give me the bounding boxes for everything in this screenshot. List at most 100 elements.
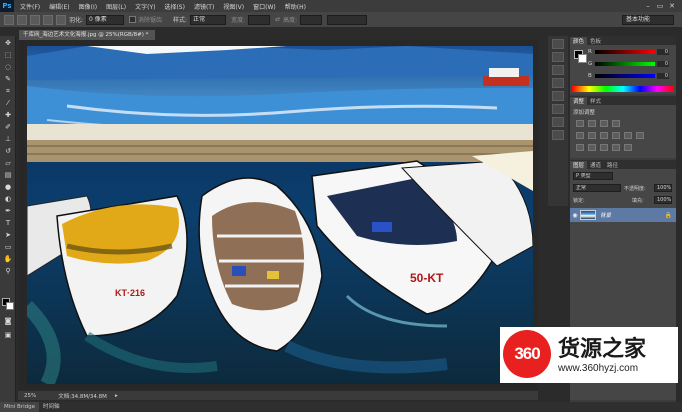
- height-input[interactable]: [300, 14, 323, 25]
- healing-brush-icon[interactable]: ✚: [2, 110, 14, 120]
- layer-kind-filter[interactable]: P 类型: [573, 172, 613, 180]
- tab-mini-bridge[interactable]: Mini Bridge: [0, 402, 39, 412]
- quick-select-icon[interactable]: ✎: [2, 74, 14, 84]
- brightness-icon[interactable]: [576, 120, 584, 127]
- brush-icon[interactable]: ✐: [2, 122, 14, 132]
- layer-row-background[interactable]: ◉ 背景 🔒: [570, 208, 676, 222]
- dodge-icon[interactable]: ◐: [2, 194, 14, 204]
- background-color-swatch[interactable]: [6, 302, 14, 310]
- marquee-icon[interactable]: ⬚: [2, 50, 14, 60]
- tab-channels[interactable]: 通道: [587, 161, 604, 169]
- add-selection-icon[interactable]: [30, 14, 40, 25]
- menu-image[interactable]: 图像(I): [79, 2, 97, 11]
- type-tool-icon[interactable]: T: [2, 218, 14, 228]
- curves-icon[interactable]: [600, 120, 608, 127]
- feather-input[interactable]: 0 像素: [86, 14, 125, 25]
- quick-mask-icon[interactable]: ◙: [2, 316, 14, 326]
- minimize-button[interactable]: –: [642, 1, 654, 11]
- clone-stamp-icon[interactable]: ⊥: [2, 134, 14, 144]
- document-tab[interactable]: 千库网_海边艺术文化海报.jpg @ 25%(RGB/8#) *: [18, 29, 156, 40]
- menu-type[interactable]: 文字(Y): [135, 2, 155, 11]
- panel-background-swatch[interactable]: [578, 54, 587, 63]
- tab-adjustments[interactable]: 调整: [570, 96, 588, 105]
- zoom-level[interactable]: 25%: [24, 393, 36, 399]
- blue-track[interactable]: [595, 74, 655, 78]
- green-track[interactable]: [595, 62, 655, 66]
- menu-help[interactable]: 帮助(H): [285, 2, 306, 11]
- swap-icon[interactable]: ⇄: [275, 16, 280, 23]
- tab-styles[interactable]: 样式: [587, 97, 604, 105]
- blur-icon[interactable]: ●: [2, 182, 14, 192]
- marquee-tool-icon[interactable]: [4, 14, 14, 25]
- red-track[interactable]: [595, 50, 655, 54]
- actions-panel-icon[interactable]: [552, 52, 564, 62]
- photo-filter-icon[interactable]: [624, 132, 632, 139]
- document-info[interactable]: 文档:34.8M/34.8M: [58, 392, 107, 400]
- gradient-icon[interactable]: ▤: [2, 170, 14, 180]
- eyedropper-icon[interactable]: ⁄: [2, 98, 14, 108]
- gradient-map-icon[interactable]: [612, 144, 620, 151]
- threshold-icon[interactable]: [600, 144, 608, 151]
- zoom-icon[interactable]: ⚲: [2, 266, 14, 276]
- image-canvas[interactable]: KT·216 50-KT: [27, 46, 533, 384]
- history-brush-icon[interactable]: ↺: [2, 146, 14, 156]
- paragraph-panel-icon[interactable]: [552, 104, 564, 114]
- style-select[interactable]: 正常: [190, 14, 227, 25]
- eraser-icon[interactable]: ▱: [2, 158, 14, 168]
- width-input[interactable]: [248, 14, 271, 25]
- tab-layers[interactable]: 图层: [570, 160, 588, 169]
- menu-select[interactable]: 选择(S): [164, 2, 185, 11]
- menu-view[interactable]: 视图(V): [223, 2, 244, 11]
- black-white-icon[interactable]: [612, 132, 620, 139]
- color-spectrum[interactable]: [572, 86, 674, 92]
- fill-input[interactable]: 100%: [654, 196, 672, 204]
- properties-panel-icon[interactable]: [552, 65, 564, 75]
- intersect-selection-icon[interactable]: [56, 14, 66, 25]
- invert-icon[interactable]: [576, 144, 584, 151]
- opacity-input[interactable]: 100%: [654, 184, 672, 192]
- posterize-icon[interactable]: [588, 144, 596, 151]
- subtract-selection-icon[interactable]: [43, 14, 53, 25]
- new-selection-icon[interactable]: [17, 14, 27, 25]
- menu-window[interactable]: 窗口(W): [253, 2, 276, 11]
- red-slider[interactable]: R 0: [588, 48, 672, 56]
- menu-edit[interactable]: 编辑(E): [49, 2, 69, 11]
- layer-name[interactable]: 背景: [600, 211, 665, 219]
- exposure-icon[interactable]: [612, 120, 620, 127]
- menu-layer[interactable]: 图层(L): [106, 2, 126, 11]
- brush-panel-icon[interactable]: [552, 117, 564, 127]
- tab-timeline[interactable]: 时间轴: [39, 402, 64, 412]
- blend-mode-select[interactable]: 正常: [573, 184, 621, 192]
- menu-file[interactable]: 文件(F): [20, 2, 40, 11]
- clone-source-panel-icon[interactable]: [552, 130, 564, 140]
- antialias-checkbox[interactable]: [129, 16, 137, 23]
- blue-value[interactable]: 0: [657, 73, 669, 79]
- tab-swatches[interactable]: 色板: [587, 37, 604, 45]
- lasso-icon[interactable]: ◌: [2, 62, 14, 72]
- hue-saturation-icon[interactable]: [588, 132, 596, 139]
- selective-color-icon[interactable]: [624, 144, 632, 151]
- screen-mode-icon[interactable]: ▣: [2, 330, 14, 340]
- character-panel-icon[interactable]: [552, 91, 564, 101]
- vibrance-icon[interactable]: [576, 132, 584, 139]
- green-slider[interactable]: G 0: [588, 60, 672, 68]
- menu-filter[interactable]: 滤镜(T): [194, 2, 214, 11]
- levels-icon[interactable]: [588, 120, 596, 127]
- channel-mixer-icon[interactable]: [636, 132, 644, 139]
- crop-icon[interactable]: ⌗: [2, 86, 14, 96]
- hand-icon[interactable]: ✋: [2, 254, 14, 264]
- tab-color[interactable]: 颜色: [570, 36, 588, 45]
- history-panel-icon[interactable]: [552, 39, 564, 49]
- workspace-select[interactable]: 基本功能: [622, 15, 674, 25]
- visibility-eye-icon[interactable]: ◉: [570, 212, 580, 219]
- close-button[interactable]: ✕: [666, 1, 678, 11]
- move-tool-icon[interactable]: ✥: [2, 38, 14, 48]
- status-arrow-icon[interactable]: ▸: [115, 393, 118, 399]
- red-value[interactable]: 0: [657, 49, 669, 55]
- info-panel-icon[interactable]: [552, 78, 564, 88]
- tab-paths[interactable]: 路径: [604, 161, 621, 169]
- shape-icon[interactable]: ▭: [2, 242, 14, 252]
- path-select-icon[interactable]: ➤: [2, 230, 14, 240]
- green-value[interactable]: 0: [657, 61, 669, 67]
- color-balance-icon[interactable]: [600, 132, 608, 139]
